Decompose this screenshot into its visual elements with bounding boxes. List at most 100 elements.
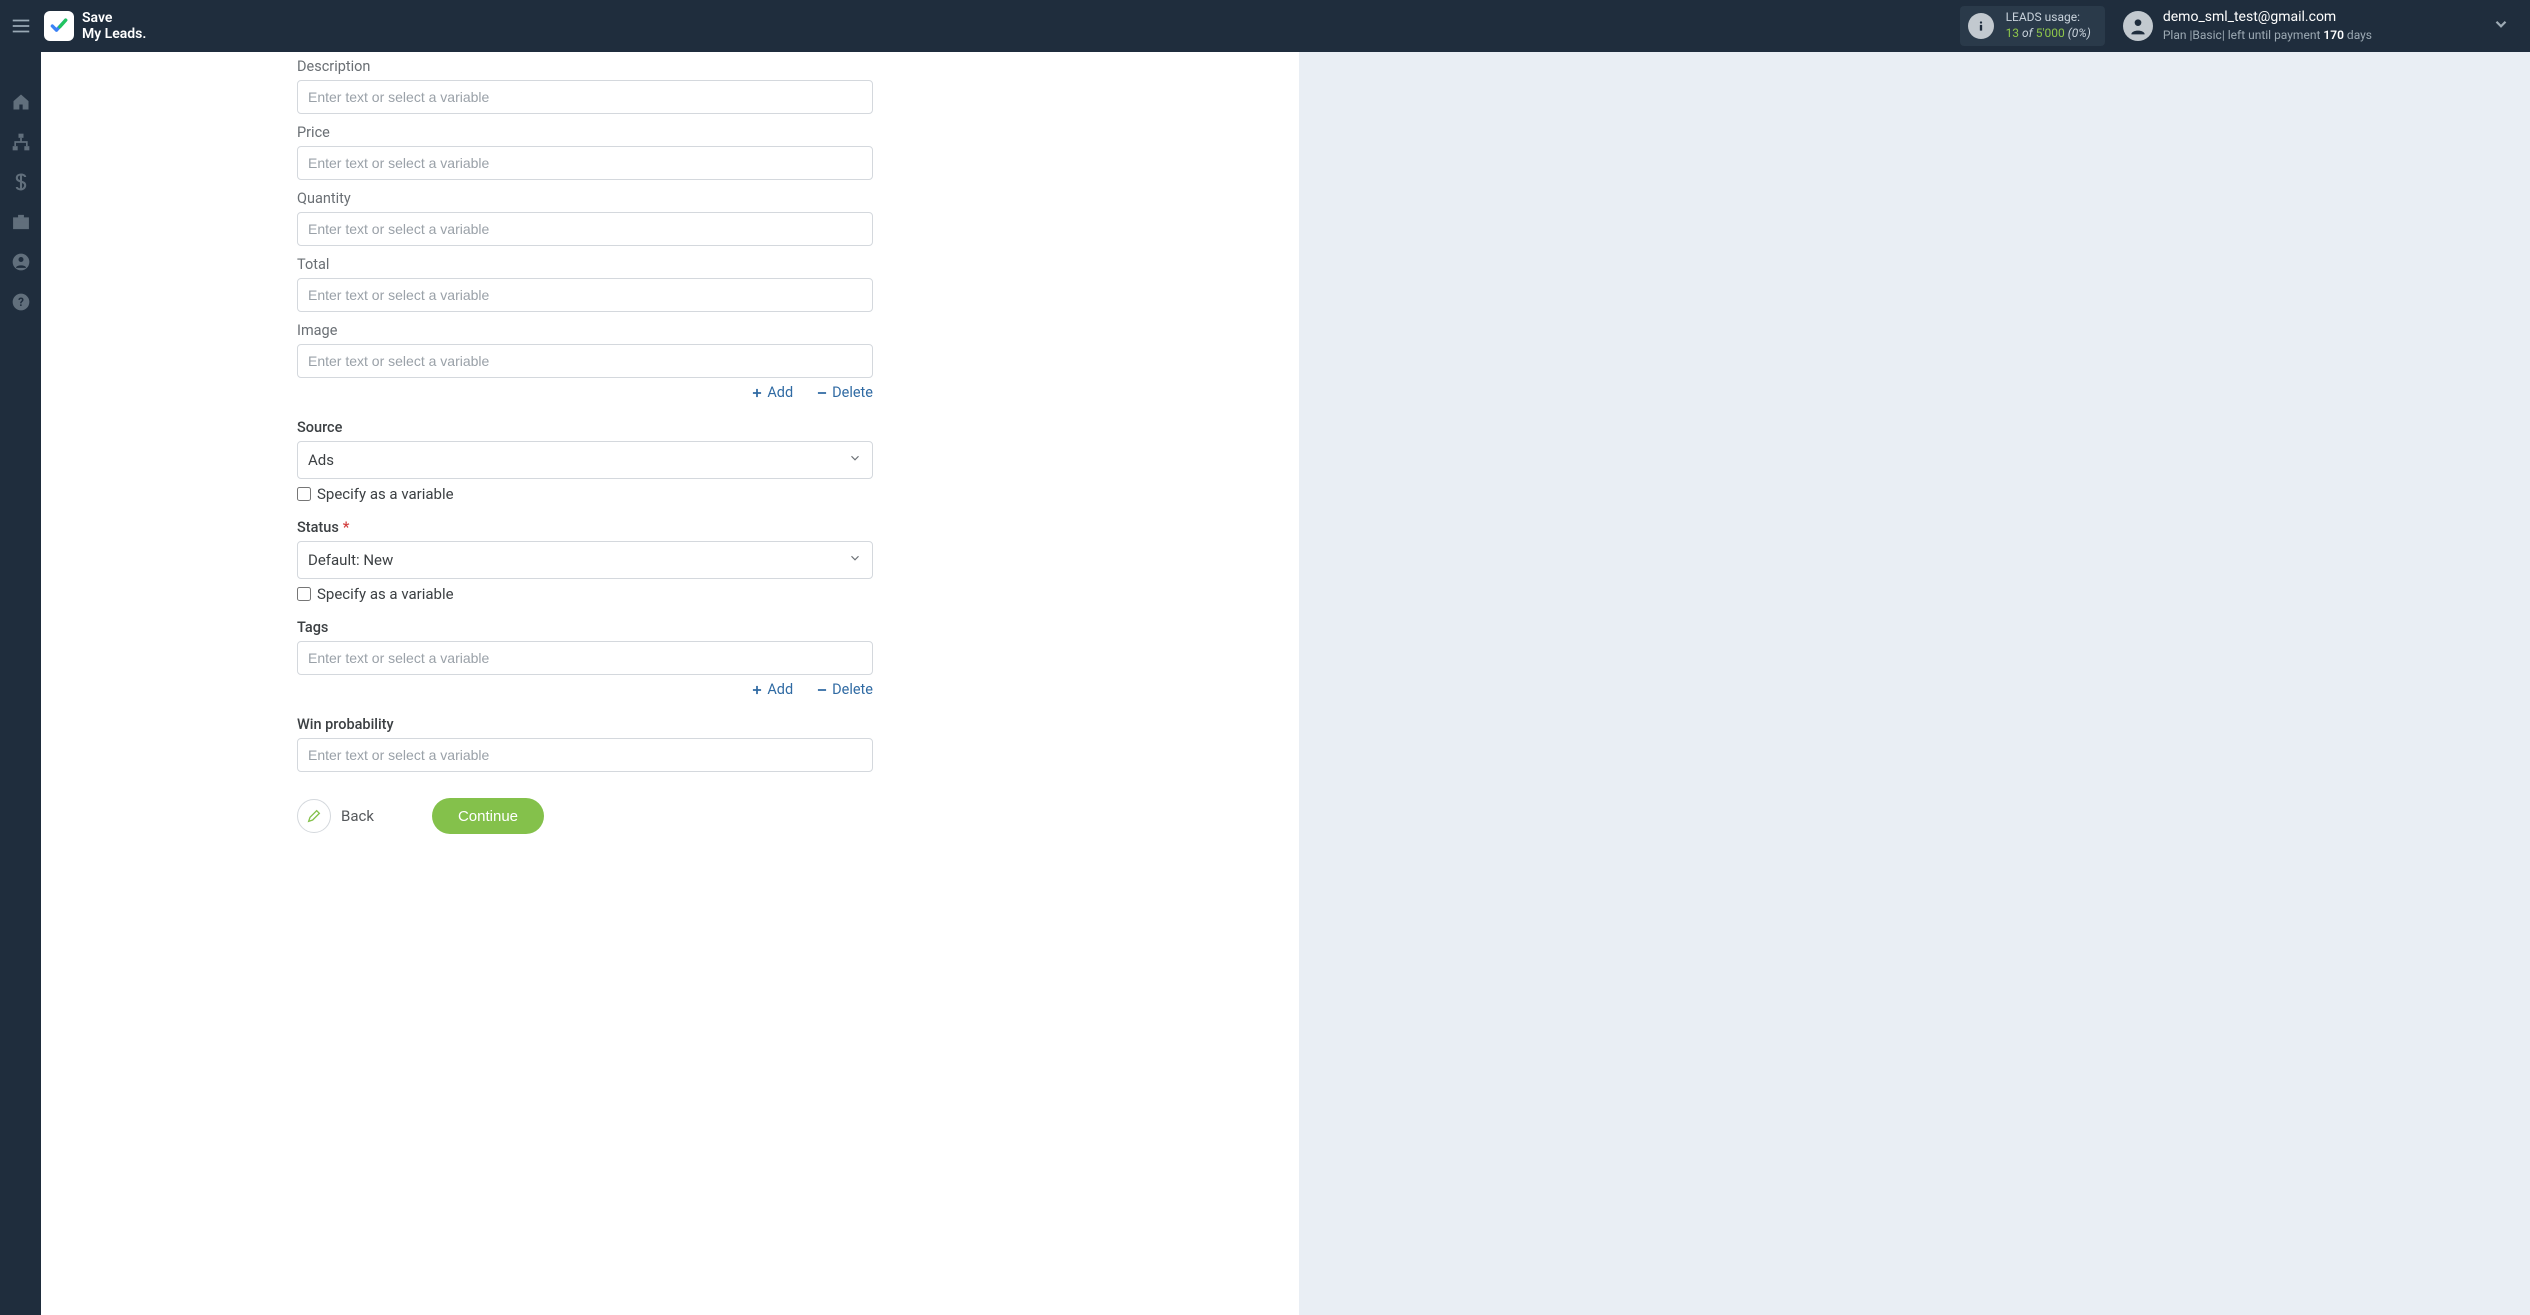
back-label: Back bbox=[341, 807, 374, 825]
source-variable-row: Specify as a variable bbox=[297, 485, 869, 503]
user-icon bbox=[2128, 16, 2148, 36]
usage-count: 13 bbox=[2006, 26, 2020, 40]
chevron-down-icon bbox=[848, 551, 862, 569]
field-description: Description bbox=[297, 58, 869, 114]
sidebar-item-billing[interactable] bbox=[0, 162, 41, 202]
check-logo-icon bbox=[49, 16, 69, 36]
add-image-button[interactable]: Add bbox=[750, 384, 793, 401]
logo-line2: My Leads. bbox=[82, 26, 146, 42]
usage-total: 5'000 bbox=[2036, 26, 2065, 40]
usage-pct: (0%) bbox=[2068, 26, 2091, 40]
label-source-variable[interactable]: Specify as a variable bbox=[317, 485, 454, 503]
label-quantity: Quantity bbox=[297, 190, 869, 207]
input-price[interactable] bbox=[297, 146, 873, 180]
input-description[interactable] bbox=[297, 80, 873, 114]
input-quantity[interactable] bbox=[297, 212, 873, 246]
user-text: demo_sml_test@gmail.com Plan |Basic| lef… bbox=[2163, 8, 2372, 43]
pencil-icon bbox=[306, 808, 322, 824]
tags-row-actions: Add Delete bbox=[297, 681, 873, 698]
label-win-probability: Win probability bbox=[297, 716, 869, 733]
label-status-variable[interactable]: Specify as a variable bbox=[317, 585, 454, 603]
add-tag-button[interactable]: Add bbox=[750, 681, 793, 698]
usage-text: LEADS usage: 13 of 5'000 (0%) bbox=[2006, 10, 2091, 41]
user-menu[interactable]: demo_sml_test@gmail.com Plan |Basic| lef… bbox=[2123, 8, 2372, 43]
delete-tag-button[interactable]: Delete bbox=[815, 681, 873, 698]
sitemap-icon bbox=[11, 132, 31, 152]
continue-button[interactable]: Continue bbox=[432, 798, 544, 834]
field-total: Total bbox=[297, 256, 869, 312]
label-tags: Tags bbox=[297, 619, 869, 636]
app-logo[interactable] bbox=[44, 11, 74, 41]
label-source: Source bbox=[297, 419, 869, 436]
required-marker: * bbox=[343, 519, 350, 536]
field-image: Image bbox=[297, 322, 869, 378]
user-email: demo_sml_test@gmail.com bbox=[2163, 8, 2372, 27]
select-source-value: Ads bbox=[308, 451, 334, 469]
select-source[interactable]: Ads bbox=[297, 441, 873, 479]
main-content: Description Price Quantity Total Image bbox=[41, 52, 2530, 1315]
sidebar-item-help[interactable]: ? bbox=[0, 282, 41, 322]
minus-icon bbox=[815, 386, 829, 400]
field-status: Status * Default: New bbox=[297, 519, 869, 579]
input-total[interactable] bbox=[297, 278, 873, 312]
label-description: Description bbox=[297, 58, 869, 75]
chevron-down-icon bbox=[2492, 15, 2510, 33]
select-status-value: Default: New bbox=[308, 551, 393, 569]
input-image[interactable] bbox=[297, 344, 873, 378]
field-win-probability: Win probability bbox=[297, 716, 869, 772]
delete-image-button[interactable]: Delete bbox=[815, 384, 873, 401]
svg-text:?: ? bbox=[18, 295, 24, 309]
back-button[interactable]: Back bbox=[297, 799, 374, 833]
field-source: Source Ads bbox=[297, 419, 869, 479]
back-icon-circle bbox=[297, 799, 331, 833]
sidebar-item-home[interactable] bbox=[0, 82, 41, 122]
field-tags: Tags bbox=[297, 619, 869, 675]
menu-toggle-button[interactable] bbox=[0, 0, 41, 52]
input-tags[interactable] bbox=[297, 641, 873, 675]
sidebar-item-toolbox[interactable] bbox=[0, 202, 41, 242]
top-bar: Save My Leads. LEADS usage: 13 of 5'000 … bbox=[0, 0, 2530, 52]
label-image: Image bbox=[297, 322, 869, 339]
add-label: Add bbox=[767, 681, 793, 698]
label-status-text: Status bbox=[297, 519, 339, 536]
checkbox-source-variable[interactable] bbox=[297, 487, 311, 501]
form-footer: Back Continue bbox=[297, 798, 869, 834]
minus-icon bbox=[815, 683, 829, 697]
hamburger-icon bbox=[10, 15, 32, 37]
plan-name: Basic bbox=[2192, 28, 2221, 42]
image-row-actions: Add Delete bbox=[297, 384, 873, 401]
delete-label: Delete bbox=[832, 384, 873, 401]
plus-icon bbox=[750, 683, 764, 697]
sidebar-item-connections[interactable] bbox=[0, 122, 41, 162]
plan-suffix: | left until payment bbox=[2222, 28, 2321, 42]
usage-info-box[interactable]: LEADS usage: 13 of 5'000 (0%) bbox=[1960, 6, 2105, 46]
plan-days: 170 bbox=[2323, 28, 2344, 42]
sidebar: ? bbox=[0, 52, 41, 1315]
briefcase-icon bbox=[11, 212, 31, 232]
logo-line1: Save bbox=[82, 10, 146, 26]
add-label: Add bbox=[767, 384, 793, 401]
usage-label: LEADS usage: bbox=[2006, 10, 2091, 26]
checkbox-status-variable[interactable] bbox=[297, 587, 311, 601]
avatar bbox=[2123, 11, 2153, 41]
status-variable-row: Specify as a variable bbox=[297, 585, 869, 603]
question-circle-icon: ? bbox=[11, 292, 31, 312]
app-title: Save My Leads. bbox=[82, 10, 146, 42]
form-panel: Description Price Quantity Total Image bbox=[41, 52, 1299, 1315]
input-win-probability[interactable] bbox=[297, 738, 873, 772]
label-status: Status * bbox=[297, 519, 869, 536]
usage-of: of bbox=[2022, 26, 2033, 40]
plan-days-word: days bbox=[2347, 28, 2372, 42]
home-icon bbox=[11, 92, 31, 112]
field-price: Price bbox=[297, 124, 869, 180]
label-total: Total bbox=[297, 256, 869, 273]
select-status[interactable]: Default: New bbox=[297, 541, 873, 579]
plan-prefix: Plan | bbox=[2163, 28, 2193, 42]
plus-icon bbox=[750, 386, 764, 400]
user-plan: Plan |Basic| left until payment 170 days bbox=[2163, 27, 2372, 43]
field-quantity: Quantity bbox=[297, 190, 869, 246]
form-area: Description Price Quantity Total Image bbox=[41, 52, 869, 834]
user-circle-icon bbox=[11, 252, 31, 272]
header-dropdown-toggle[interactable] bbox=[2492, 15, 2510, 37]
sidebar-item-account[interactable] bbox=[0, 242, 41, 282]
